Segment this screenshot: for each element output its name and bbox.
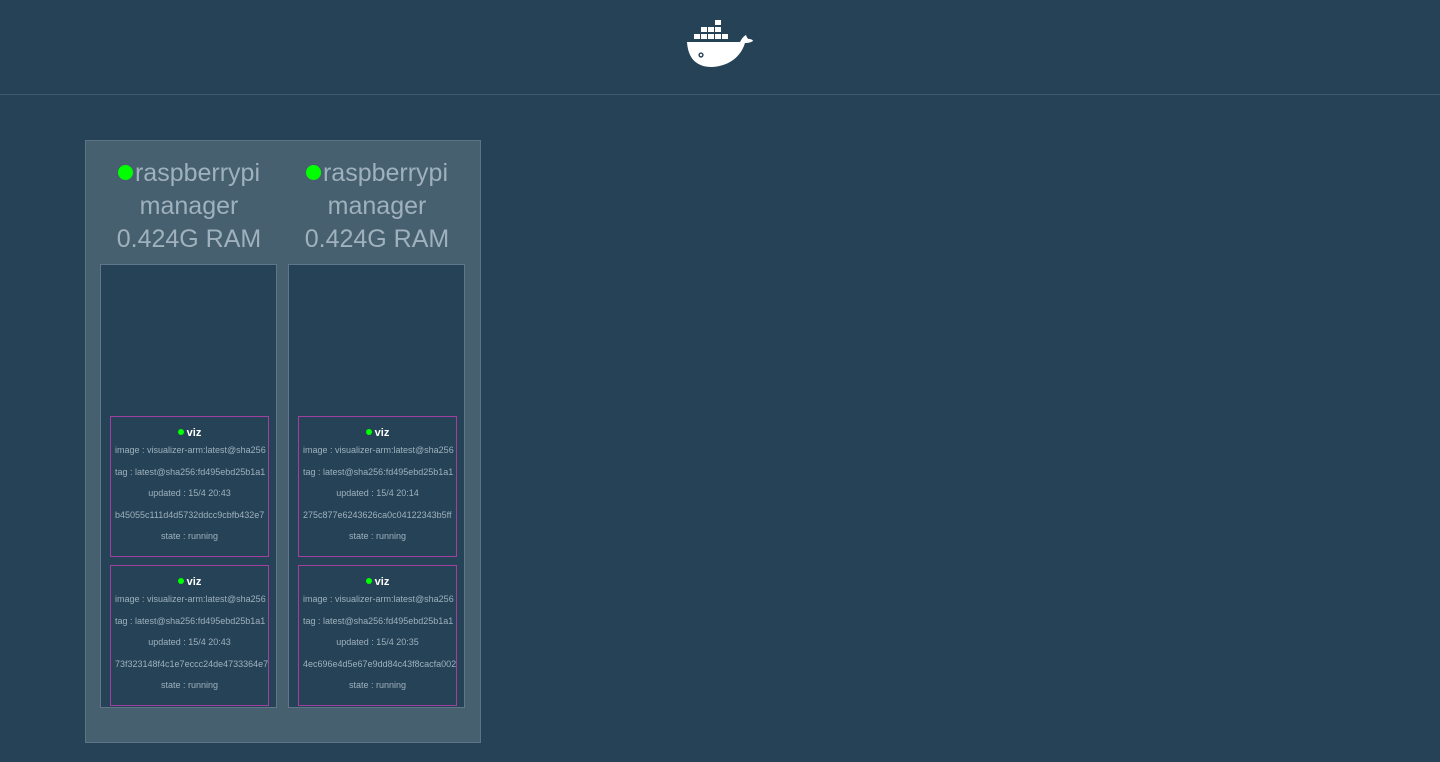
node-ram: 0.424G RAM xyxy=(116,225,262,253)
task-updated: updated : 15/4 20:35 xyxy=(336,637,419,647)
task-state: state : running xyxy=(348,531,407,541)
task-card[interactable]: viz image : visualizer-arm:latest@sha256… xyxy=(298,565,457,706)
node-ram: 0.424G RAM xyxy=(304,225,450,253)
task-card[interactable]: viz image : visualizer-arm:latest@sha256… xyxy=(298,416,457,557)
task-name: viz xyxy=(374,576,390,588)
task-updated: updated : 15/4 20:43 xyxy=(148,637,231,647)
task-image: image : visualizer-arm:latest@sha256 xyxy=(115,594,266,604)
node-name-line: raspberrypi xyxy=(99,157,279,190)
node-header: raspberrypi manager 0.424G RAM xyxy=(287,157,467,256)
task-image: image : visualizer-arm:latest@sha256 xyxy=(303,594,454,604)
task-title: viz xyxy=(111,575,268,589)
swarm-cluster: raspberrypi manager 0.424G RAM viz image… xyxy=(85,140,481,743)
task-tag: tag : latest@sha256:fd495ebd25b1a1 xyxy=(115,615,266,626)
task-card[interactable]: viz image : visualizer-arm:latest@sha256… xyxy=(110,416,269,557)
task-tag: tag : latest@sha256:fd495ebd25b1a1 xyxy=(115,466,266,477)
task-updated: updated : 15/4 20:14 xyxy=(336,488,419,498)
task-id: 4ec696e4d5e67e9dd84c43f8cacfa002 xyxy=(303,658,457,669)
task-status-dot xyxy=(365,429,372,435)
node-name: raspberrypi xyxy=(134,159,261,187)
task-state: state : running xyxy=(348,680,407,690)
task-card[interactable]: viz image : visualizer-arm:latest@sha256… xyxy=(110,565,269,706)
task-image: image : visualizer-arm:latest@sha256 xyxy=(115,445,266,455)
task-id: b45055c111d4d5732ddcc9cbfb432e7 xyxy=(115,509,265,520)
node-status-dot xyxy=(305,165,321,180)
node-header: raspberrypi manager 0.424G RAM xyxy=(99,157,279,256)
task-title: viz xyxy=(299,575,456,589)
node-status-dot xyxy=(117,165,133,180)
node-name-line: raspberrypi xyxy=(287,157,467,190)
task-title: viz xyxy=(299,426,456,440)
node-task-container: viz image : visualizer-arm:latest@sha256… xyxy=(288,264,465,708)
task-name: viz xyxy=(186,576,202,588)
node-role: manager xyxy=(139,192,239,220)
task-name: viz xyxy=(374,427,390,439)
task-title: viz xyxy=(111,426,268,440)
task-updated: updated : 15/4 20:43 xyxy=(148,488,231,498)
node-role: manager xyxy=(327,192,427,220)
task-state: state : running xyxy=(160,680,219,690)
header xyxy=(0,0,1440,95)
task-id: 275c877e6243626ca0c04122343b5ff xyxy=(303,509,452,520)
task-status-dot xyxy=(177,578,184,584)
task-status-dot xyxy=(177,429,184,435)
node-name: raspberrypi xyxy=(322,159,449,187)
docker-whale-icon[interactable] xyxy=(686,18,754,68)
task-tag: tag : latest@sha256:fd495ebd25b1a1 xyxy=(303,615,454,626)
task-state: state : running xyxy=(160,531,219,541)
node-task-container: viz image : visualizer-arm:latest@sha256… xyxy=(100,264,277,708)
task-id: 73f323148f4c1e7eccc24de4733364e7 xyxy=(115,658,269,669)
task-image: image : visualizer-arm:latest@sha256 xyxy=(303,445,454,455)
task-name: viz xyxy=(186,427,202,439)
task-status-dot xyxy=(365,578,372,584)
task-tag: tag : latest@sha256:fd495ebd25b1a1 xyxy=(303,466,454,477)
